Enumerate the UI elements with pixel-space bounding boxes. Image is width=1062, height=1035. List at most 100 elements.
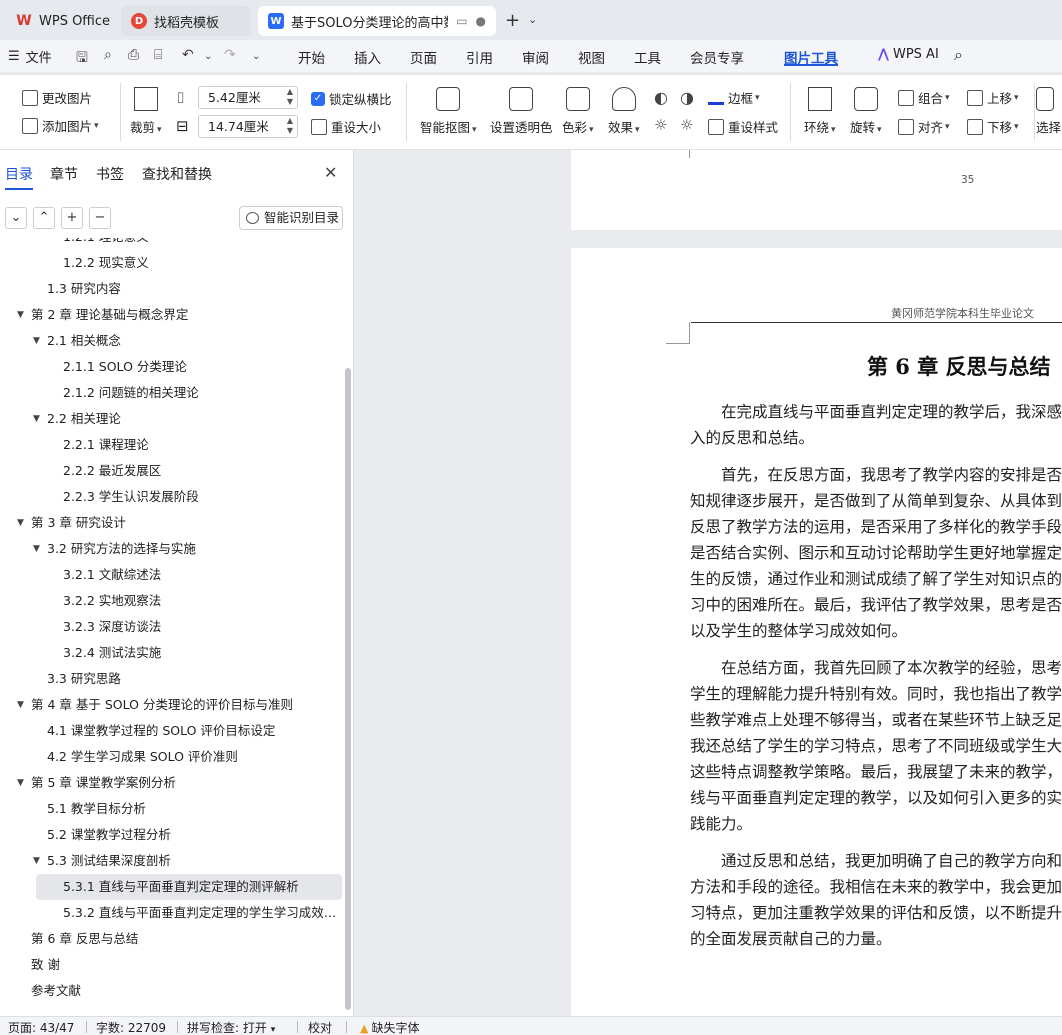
move-down-button[interactable]: 下移 ▾ — [967, 117, 1019, 136]
set-transparent-button[interactable]: 设置透明色 — [490, 87, 553, 136]
menu-insert[interactable]: 插入 — [354, 47, 381, 67]
nav-tab-find-replace[interactable]: 查找和替换 — [142, 164, 212, 184]
expand-triangle-icon[interactable]: ▼ — [17, 692, 24, 718]
toc-item[interactable]: ▼ 第 5 章 课堂教学案例分析 — [0, 770, 340, 796]
border-button[interactable]: 边框 ▾ — [708, 88, 760, 107]
print-preview-icon[interactable]: ⌸ — [154, 47, 162, 63]
toc-item[interactable]: 1.3 研究内容 — [0, 276, 340, 302]
toc-item[interactable]: ▼ 第 4 章 基于 SOLO 分类理论的评价目标与准则 — [0, 692, 340, 718]
toc-item[interactable]: 2.2.3 学生认识发展阶段 — [0, 484, 340, 510]
change-image-button[interactable]: 更改图片 — [22, 88, 92, 107]
toc-item[interactable]: ▼ 第 3 章 研究设计 — [0, 510, 340, 536]
expand-triangle-icon[interactable]: ▼ — [17, 510, 24, 536]
toc-item[interactable]: 1.2.1 理论意义 — [0, 238, 340, 250]
smart-cutout-button[interactable]: 智能抠图 ▾ — [420, 87, 477, 136]
toc-item[interactable]: 2.1.2 问题链的相关理论 — [0, 380, 340, 406]
move-up-button[interactable]: 上移 ▾ — [967, 88, 1019, 107]
effects-button[interactable]: 效果 ▾ — [608, 87, 640, 136]
word-count[interactable]: 字数: 22709 — [96, 1019, 166, 1035]
export-icon[interactable]: ⌕ — [104, 47, 112, 63]
toc-item[interactable]: 4.1 课堂教学过程的 SOLO 评价目标设定 — [0, 718, 340, 744]
remove-heading-icon[interactable]: − — [89, 207, 111, 229]
group-button[interactable]: 组合 ▾ — [898, 88, 950, 107]
crop-button[interactable]: 裁剪 ▾ — [130, 87, 162, 136]
toc-item[interactable]: 3.2.4 测试法实施 — [0, 640, 340, 666]
height-input[interactable]: 14.74厘米 ▲ ▼ — [198, 115, 298, 138]
wps-ai-button[interactable]: ⋀ WPS AI — [878, 47, 939, 62]
expand-triangle-icon[interactable]: ▼ — [33, 328, 40, 354]
toc-item[interactable]: 致 谢 — [0, 952, 340, 978]
toc-item[interactable]: 3.2.1 文献综述法 — [0, 562, 340, 588]
toc-item[interactable]: 参考文献 — [0, 978, 340, 1004]
more-icon[interactable]: ⌄ — [252, 51, 260, 62]
spell-check[interactable]: 拼写检查: 打开 ▾ — [187, 1019, 275, 1035]
file-menu[interactable]: ☰ 文件 — [8, 47, 52, 66]
undo-menu-icon[interactable]: ⌄ — [204, 51, 212, 62]
missing-font-button[interactable]: ▲ 缺失字体 — [360, 1019, 419, 1035]
toc-item[interactable]: 5.2 课堂教学过程分析 — [0, 822, 340, 848]
nav-tab-bookmark[interactable]: 书签 — [96, 164, 124, 184]
chevron-down-icon[interactable]: ⌄ — [528, 13, 537, 26]
lock-ratio-checkbox[interactable]: ✓ 锁定纵横比 — [311, 89, 392, 108]
toc-item[interactable]: 2.2.1 课程理论 — [0, 432, 340, 458]
expand-triangle-icon[interactable]: ▼ — [33, 848, 40, 874]
toc-item[interactable]: 2.2.2 最近发展区 — [0, 458, 340, 484]
undo-icon[interactable]: ↶ — [182, 47, 194, 63]
expand-triangle-icon[interactable]: ▼ — [33, 536, 40, 562]
brightness-up-icon[interactable]: ☼ — [654, 116, 667, 134]
redo-icon[interactable]: ↷ — [224, 47, 236, 63]
new-tab-icon[interactable]: + — [505, 10, 520, 31]
collapse-up-icon[interactable]: ⌃ — [33, 207, 55, 229]
toc-item[interactable]: 5.3.1 直线与平面垂直判定定理的测评解析 — [36, 874, 342, 900]
expand-all-icon[interactable]: ⌄ — [5, 207, 27, 229]
save-icon[interactable]: 🖫 — [76, 47, 88, 71]
tab-wps-office[interactable]: W WPS Office — [6, 6, 112, 36]
toc-item[interactable]: 1.2.2 现实意义 — [0, 250, 340, 276]
screen-cast-icon[interactable]: ▭ — [456, 14, 467, 28]
menu-reference[interactable]: 引用 — [466, 47, 493, 67]
toc-item[interactable]: 第 6 章 反思与总结 — [0, 926, 340, 952]
unsaved-dot-icon[interactable]: ● — [476, 14, 486, 28]
toc-item[interactable]: ▼ 3.2 研究方法的选择与实施 — [0, 536, 340, 562]
menu-view[interactable]: 视图 — [578, 47, 605, 67]
tab-document[interactable]: W 基于SOLO分类理论的高中数学 ▭ ● — [258, 6, 496, 36]
nav-tab-toc[interactable]: 目录 — [5, 164, 33, 184]
toc-item[interactable]: 5.3.2 直线与平面垂直判定定理的学生学习成效… — [0, 900, 340, 926]
menu-member[interactable]: 会员专享 — [690, 47, 744, 67]
add-heading-icon[interactable]: + — [61, 207, 83, 229]
align-button[interactable]: 对齐 ▾ — [898, 117, 950, 136]
toc-item[interactable]: 3.3 研究思路 — [0, 666, 340, 692]
toc-item[interactable]: 3.2.3 深度访谈法 — [0, 614, 340, 640]
menu-home[interactable]: 开始 — [298, 47, 325, 67]
page-indicator[interactable]: 页面: 43/47 — [8, 1019, 74, 1035]
toc-item[interactable]: ▼ 2.1 相关概念 — [0, 328, 340, 354]
width-input[interactable]: 5.42厘米 ▲ ▼ — [198, 86, 298, 109]
menu-tools[interactable]: 工具 — [634, 47, 661, 67]
spinner-arrows-icon[interactable]: ▲ ▼ — [287, 116, 293, 136]
reset-style-button[interactable]: 重设样式 — [708, 117, 778, 136]
smart-toc-button[interactable]: 智能识别目录 — [239, 206, 343, 230]
rotate-button[interactable]: 旋转 ▾ — [850, 87, 882, 136]
menu-page[interactable]: 页面 — [410, 47, 437, 67]
select-button[interactable]: 选择 — [1036, 87, 1061, 136]
contrast-down-icon[interactable]: ◑ — [680, 88, 694, 107]
add-image-button[interactable]: 添加图片 ▾ — [22, 116, 99, 135]
nav-tab-chapter[interactable]: 章节 — [50, 164, 78, 184]
contrast-up-icon[interactable]: ◐ — [654, 88, 668, 107]
toc-item[interactable]: ▼ 2.2 相关理论 — [0, 406, 340, 432]
print-icon[interactable]: ⎙ — [128, 47, 139, 63]
expand-triangle-icon[interactable]: ▼ — [17, 770, 24, 796]
toc-item[interactable]: ▼ 第 2 章 理论基础与概念界定 — [0, 302, 340, 328]
search-icon[interactable]: ⌕ — [954, 45, 963, 65]
menu-review[interactable]: 审阅 — [522, 47, 549, 67]
toc-item[interactable]: ▼ 5.3 测试结果深度剖析 — [0, 848, 340, 874]
brightness-down-icon[interactable]: ☼ — [680, 116, 693, 134]
close-icon[interactable]: ✕ — [324, 163, 337, 182]
proofread-button[interactable]: 校对 — [308, 1019, 332, 1035]
nav-scrollbar[interactable] — [345, 368, 351, 1010]
toc-item[interactable]: 4.2 学生学习成果 SOLO 评价准则 — [0, 744, 340, 770]
expand-triangle-icon[interactable]: ▼ — [33, 406, 40, 432]
toc-item[interactable]: 2.1.1 SOLO 分类理论 — [0, 354, 340, 380]
reset-size-button[interactable]: 重设大小 — [311, 117, 381, 136]
expand-triangle-icon[interactable]: ▼ — [17, 302, 24, 328]
